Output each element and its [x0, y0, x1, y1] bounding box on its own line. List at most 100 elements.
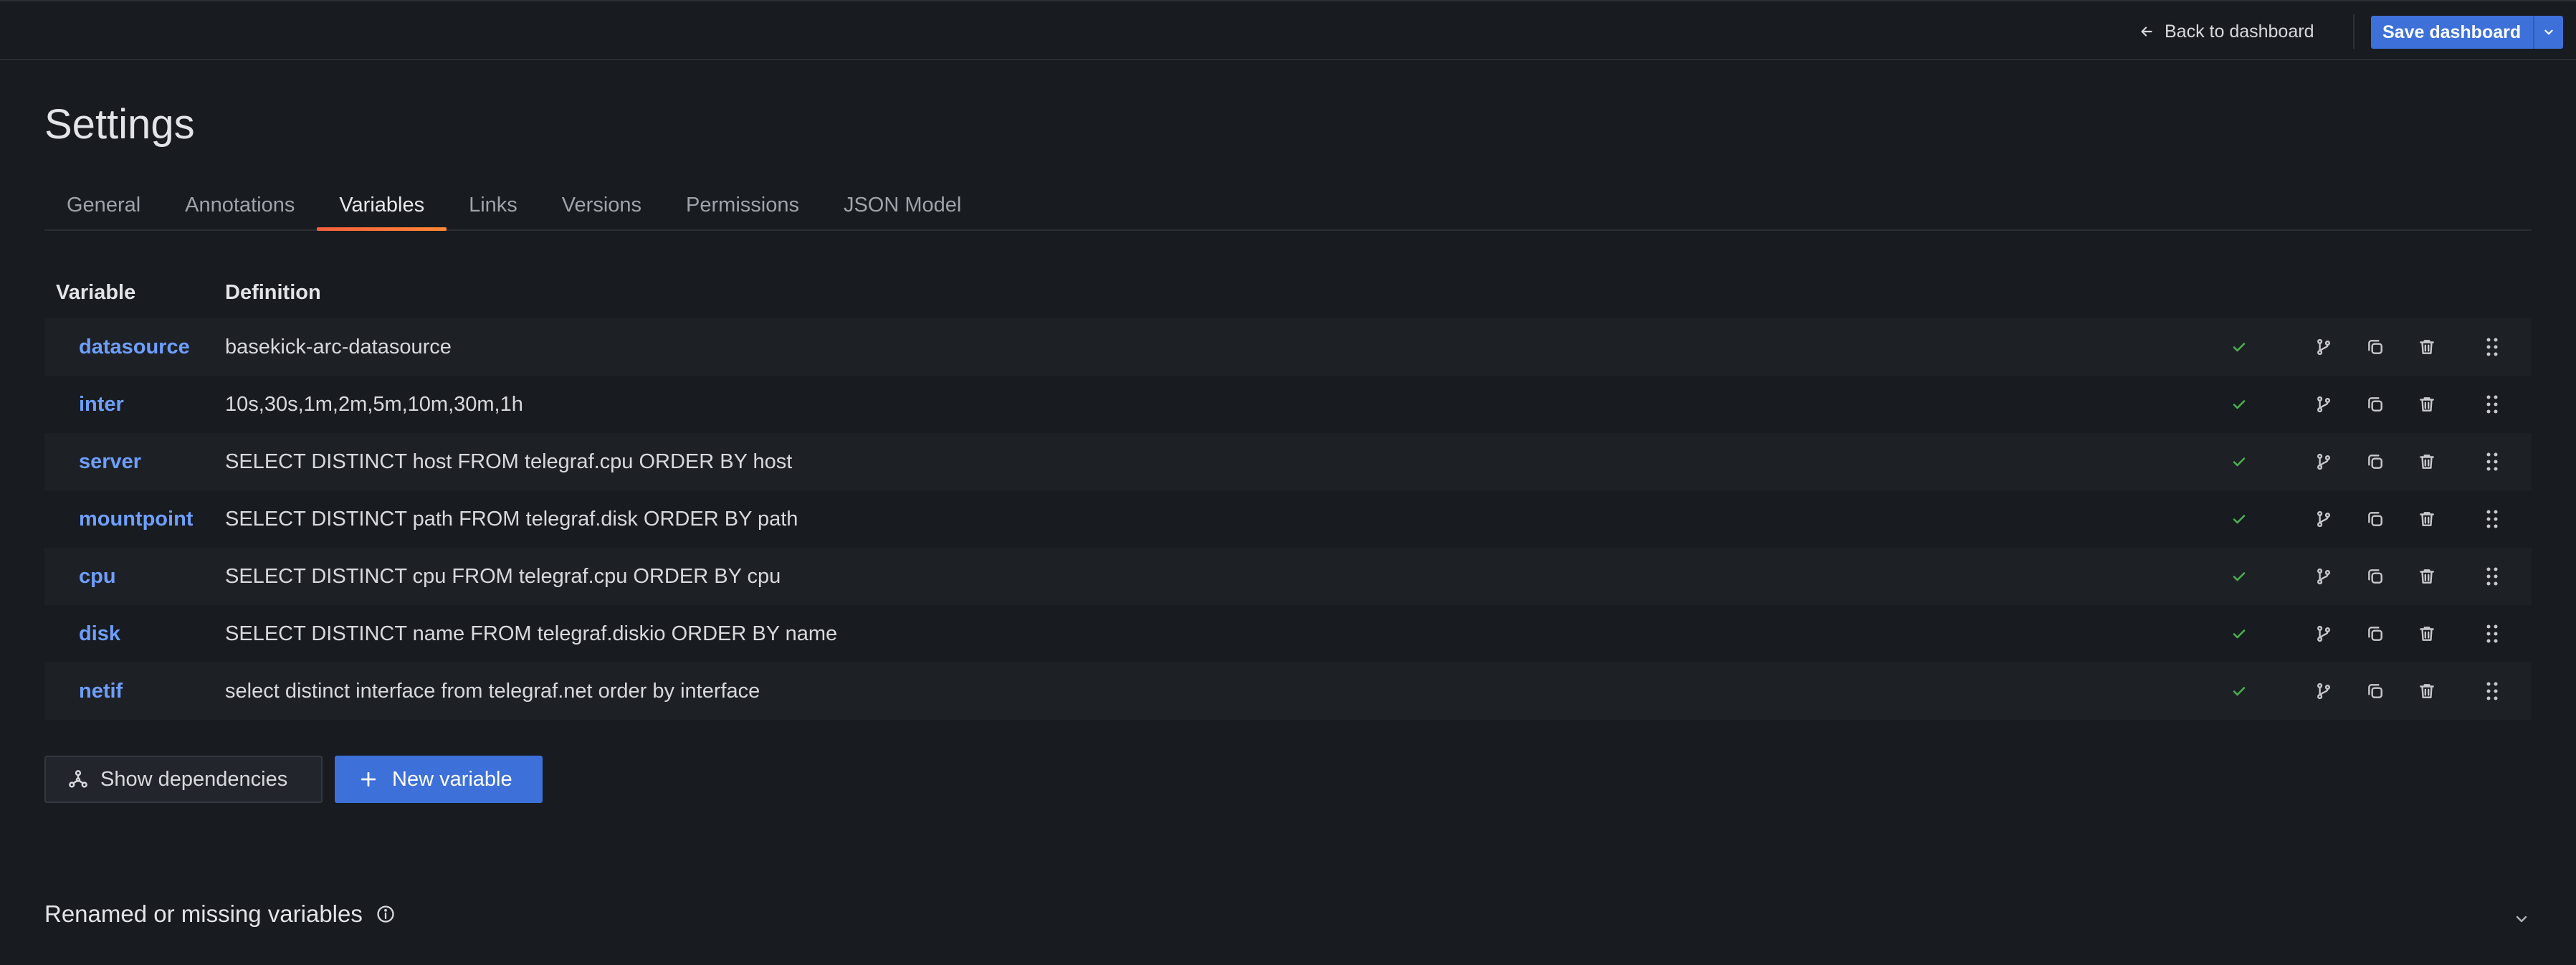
- variable-name-link[interactable]: mountpoint: [44, 508, 225, 531]
- tab-annotations[interactable]: Annotations: [163, 181, 317, 229]
- save-dashboard-label: Save dashboard: [2382, 22, 2522, 42]
- variables-table: Variable Definition datasource basekick-…: [44, 267, 2532, 720]
- new-variable-button[interactable]: New variable: [335, 756, 543, 803]
- duplicate-variable-button[interactable]: [2350, 605, 2401, 662]
- duplicate-icon: [2368, 684, 2382, 698]
- plus-icon: [361, 771, 376, 787]
- column-header-definition: Definition: [225, 280, 321, 304]
- status-check: [2218, 605, 2261, 662]
- save-dashboard-button[interactable]: Save dashboard: [2371, 16, 2563, 49]
- variable-name-link[interactable]: inter: [44, 393, 225, 417]
- table-row: datasource basekick-arc-datasource: [44, 318, 2532, 376]
- variable-name-link[interactable]: server: [44, 450, 225, 474]
- duplicate-icon: [2368, 512, 2382, 526]
- check-icon: [2233, 457, 2246, 467]
- branch-icon: [2317, 453, 2330, 470]
- status-check: [2218, 318, 2261, 376]
- check-icon: [2233, 629, 2246, 639]
- duplicate-icon: [2368, 627, 2382, 641]
- save-options-dropdown[interactable]: [2533, 16, 2563, 49]
- duplicate-variable-button[interactable]: [2350, 376, 2401, 433]
- check-icon: [2233, 343, 2246, 352]
- delete-variable-button[interactable]: [2401, 490, 2453, 548]
- variable-name-link[interactable]: disk: [44, 622, 225, 646]
- delete-variable-button[interactable]: [2401, 605, 2453, 662]
- table-row: server SELECT DISTINCT host FROM telegra…: [44, 433, 2532, 490]
- duplicate-variable-button[interactable]: [2350, 548, 2401, 605]
- variable-name-link[interactable]: cpu: [44, 565, 225, 589]
- duplicate-variable-button[interactable]: [2350, 433, 2401, 490]
- variable-definition: SELECT DISTINCT path FROM telegraf.disk …: [225, 507, 798, 531]
- status-check: [2218, 548, 2261, 605]
- show-usages-button[interactable]: [2298, 605, 2350, 662]
- renamed-variables-header: Renamed or missing variables: [44, 900, 396, 928]
- tab-permissions[interactable]: Permissions: [664, 181, 821, 229]
- duplicate-variable-button[interactable]: [2350, 318, 2401, 376]
- drag-handle-icon: [2486, 338, 2498, 356]
- show-dependencies-button[interactable]: Show dependencies: [44, 756, 323, 803]
- page-title: Settings: [44, 101, 195, 148]
- branch-icon: [2317, 625, 2330, 642]
- branch-icon: [2317, 338, 2330, 356]
- graph-icon: [69, 770, 87, 788]
- delete-variable-button[interactable]: [2401, 318, 2453, 376]
- variable-definition: select distinct interface from telegraf.…: [225, 679, 760, 703]
- duplicate-icon: [2368, 569, 2382, 584]
- drag-handle[interactable]: [2453, 318, 2532, 376]
- branch-icon: [2317, 683, 2330, 700]
- table-row: mountpoint SELECT DISTINCT path FROM tel…: [44, 490, 2532, 548]
- show-usages-button[interactable]: [2298, 662, 2350, 720]
- drag-handle[interactable]: [2453, 662, 2532, 720]
- duplicate-variable-button[interactable]: [2350, 490, 2401, 548]
- show-usages-button[interactable]: [2298, 548, 2350, 605]
- show-usages-button[interactable]: [2298, 490, 2350, 548]
- tab-json-model[interactable]: JSON Model: [821, 181, 983, 229]
- delete-variable-button[interactable]: [2401, 376, 2453, 433]
- row-actions: [2218, 490, 2532, 548]
- drag-handle[interactable]: [2453, 433, 2532, 490]
- drag-handle-icon: [2486, 682, 2498, 700]
- settings-tabs: General Annotations Variables Links Vers…: [44, 181, 2532, 231]
- delete-variable-button[interactable]: [2401, 433, 2453, 490]
- row-actions: [2218, 605, 2532, 662]
- drag-handle[interactable]: [2453, 490, 2532, 548]
- show-usages-button[interactable]: [2298, 376, 2350, 433]
- status-check: [2218, 376, 2261, 433]
- renamed-variables-title: Renamed or missing variables: [44, 900, 363, 927]
- trash-icon: [2420, 627, 2434, 641]
- table-row: inter 10s,30s,1m,2m,5m,10m,30m,1h: [44, 376, 2532, 433]
- check-icon: [2233, 400, 2246, 409]
- delete-variable-button[interactable]: [2401, 662, 2453, 720]
- column-header-variable: Variable: [56, 280, 136, 304]
- variable-definition: 10s,30s,1m,2m,5m,10m,30m,1h: [225, 392, 523, 416]
- row-actions: [2218, 433, 2532, 490]
- delete-variable-button[interactable]: [2401, 548, 2453, 605]
- branch-icon: [2317, 510, 2330, 528]
- back-to-dashboard-button[interactable]: Back to dashboard: [2139, 17, 2314, 46]
- check-icon: [2233, 687, 2246, 696]
- drag-handle[interactable]: [2453, 376, 2532, 433]
- tab-versions[interactable]: Versions: [540, 181, 664, 229]
- duplicate-icon: [2368, 455, 2382, 469]
- variable-name-link[interactable]: netif: [44, 680, 225, 703]
- tab-variables[interactable]: Variables: [317, 181, 447, 231]
- trash-icon: [2420, 512, 2434, 526]
- branch-icon: [2317, 396, 2330, 413]
- trash-icon: [2420, 397, 2434, 412]
- drag-handle-icon: [2486, 624, 2498, 643]
- trash-icon: [2420, 684, 2434, 698]
- status-check: [2218, 433, 2261, 490]
- tab-general[interactable]: General: [44, 181, 163, 229]
- chevron-down-icon[interactable]: [2513, 911, 2530, 928]
- variable-name-link[interactable]: datasource: [44, 336, 225, 359]
- duplicate-variable-button[interactable]: [2350, 662, 2401, 720]
- tab-links[interactable]: Links: [447, 181, 540, 229]
- show-usages-button[interactable]: [2298, 318, 2350, 376]
- show-usages-button[interactable]: [2298, 433, 2350, 490]
- drag-handle[interactable]: [2453, 605, 2532, 662]
- info-circle-icon[interactable]: [376, 904, 396, 924]
- drag-handle[interactable]: [2453, 548, 2532, 605]
- variable-definition: basekick-arc-datasource: [225, 335, 452, 358]
- drag-handle-icon: [2486, 395, 2498, 414]
- new-variable-label: New variable: [392, 767, 512, 791]
